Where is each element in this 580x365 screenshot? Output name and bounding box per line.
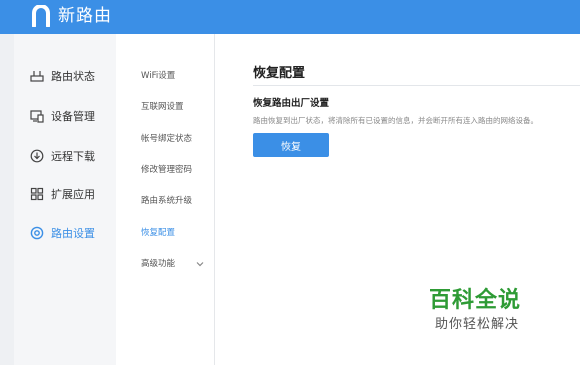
page-title: 恢复配置 xyxy=(253,66,306,81)
sidebar-item-device-management[interactable]: 设备管理 xyxy=(14,101,116,131)
subnav-item-system-upgrade[interactable]: 路由系统升级 xyxy=(141,195,192,207)
remote-download-icon xyxy=(30,149,44,163)
watermark-subtitle: 助你轻松解决 xyxy=(435,317,520,332)
apps-grid-icon xyxy=(30,187,44,201)
watermark-title: 百科全说 xyxy=(429,288,522,313)
subnav-item-change-password[interactable]: 修改管理密码 xyxy=(141,164,192,176)
sidebar-item-label: 扩展应用 xyxy=(51,188,95,201)
router-status-icon xyxy=(30,71,44,82)
subnav-item-internet[interactable]: 互联网设置 xyxy=(141,101,184,113)
sidebar-item-label: 设备管理 xyxy=(51,110,95,123)
section-title: 恢复路由出厂设置 xyxy=(253,98,330,109)
devices-icon xyxy=(30,110,44,123)
divider xyxy=(253,85,580,86)
router-n-logo-icon xyxy=(32,5,50,27)
main-content xyxy=(215,34,580,365)
subnav-item-advanced[interactable]: 高级功能 xyxy=(141,258,175,270)
sidebar-item-router-status[interactable]: 路由状态 xyxy=(14,61,116,91)
chevron-down-icon[interactable] xyxy=(196,260,204,268)
top-bar: 新路由 xyxy=(0,0,580,34)
sidebar-item-router-settings[interactable]: 路由设置 xyxy=(14,218,116,248)
sidebar-item-label: 远程下载 xyxy=(51,150,95,163)
settings-icon xyxy=(30,226,44,240)
sidebar-item-remote-download[interactable]: 远程下载 xyxy=(14,141,116,171)
subnav-item-restore-config[interactable]: 恢复配置 xyxy=(141,227,175,239)
restore-description: 路由恢复到出厂状态，将清除所有已设置的信息，并会断开所有连入路由的网络设备。 xyxy=(253,116,538,125)
sidebar-item-label: 路由设置 xyxy=(51,227,95,240)
sidebar-item-extension-apps[interactable]: 扩展应用 xyxy=(14,179,116,209)
restore-button[interactable]: 恢复 xyxy=(253,133,329,157)
subnav-item-wifi[interactable]: WiFi设置 xyxy=(141,70,175,82)
sidebar-item-label: 路由状态 xyxy=(51,70,95,83)
app-title: 新路由 xyxy=(58,6,112,26)
subnav-item-account-binding[interactable]: 帐号绑定状态 xyxy=(141,133,192,145)
